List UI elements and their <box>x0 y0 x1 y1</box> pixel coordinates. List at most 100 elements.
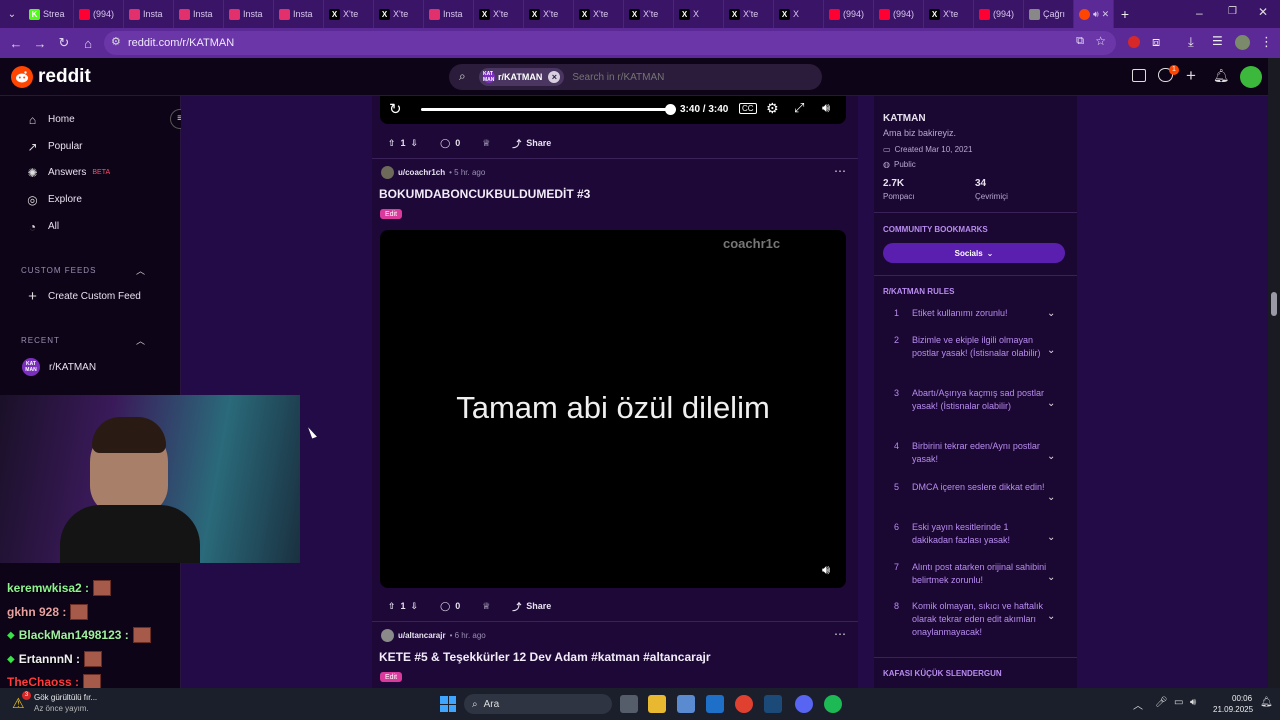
browser-tab[interactable]: (994) <box>74 0 124 28</box>
fullscreen-icon[interactable]: ⤢ <box>794 100 804 116</box>
downvote-icon[interactable]: ⇩ <box>411 138 419 149</box>
browser-tab[interactable]: X X'te <box>924 0 974 28</box>
browser-tab-active[interactable]: 🔊︎ ✕ <box>1074 0 1114 28</box>
comments-button[interactable]: ◯ 0 <box>432 133 468 153</box>
store-icon[interactable] <box>677 695 695 713</box>
create-post-icon[interactable]: + <box>1186 66 1196 86</box>
download-icon[interactable]: ⤓ <box>1188 34 1194 50</box>
video-progress-track[interactable] <box>421 104 676 115</box>
reading-list-icon[interactable]: ☰ <box>1212 34 1223 48</box>
share-button[interactable]: ⤴ Share <box>504 596 559 616</box>
extension-red-icon[interactable] <box>1128 36 1140 48</box>
reload-icon[interactable]: ↻ <box>52 31 76 55</box>
clock-time[interactable]: 00:06 <box>1232 694 1252 703</box>
site-info-icon[interactable]: ⚙ <box>111 35 121 48</box>
new-tab-button[interactable]: + <box>1114 0 1136 28</box>
browser-tab[interactable]: XX <box>774 0 824 28</box>
captions-icon[interactable]: CC <box>739 103 757 114</box>
scrollbar-thumb[interactable] <box>1271 292 1277 316</box>
url-field[interactable]: ⚙ reddit.com/r/KATMAN ⧉ ☆ <box>104 31 1116 55</box>
video-player[interactable]: coachr1c Tamam abi özül dilelim 🔊︎ <box>380 230 846 588</box>
author-avatar[interactable] <box>381 629 394 642</box>
video-volume-icon[interactable]: 🔊︎ <box>822 562 830 578</box>
network-icon[interactable]: ▭ <box>1174 697 1183 708</box>
tab-audio-icon[interactable]: 🔊︎ <box>1093 9 1099 20</box>
taskbar-search[interactable]: ⌕ Ara <box>464 694 612 714</box>
outlook-icon[interactable] <box>706 695 724 713</box>
post-title[interactable]: BOKUMDABONCUKBULDUMEDİT #3 <box>379 187 590 201</box>
volume-tray-icon[interactable]: 🔊︎ <box>1190 697 1196 708</box>
video-progress-handle[interactable] <box>665 104 676 115</box>
browser-tab[interactable]: Insta <box>124 0 174 28</box>
award-button[interactable]: ♕ <box>474 133 498 153</box>
volume-icon[interactable]: 🔊︎ <box>822 100 830 116</box>
comments-button[interactable]: ◯ 0 <box>432 596 468 616</box>
browser-tab[interactable]: X X'te <box>524 0 574 28</box>
window-minimize-button[interactable]: – <box>1196 6 1210 20</box>
file-explorer-icon[interactable] <box>648 695 666 713</box>
custom-feeds-heading[interactable]: CUSTOM FEEDS <box>21 266 96 275</box>
socials-button[interactable]: Socials ⌄ <box>883 243 1065 263</box>
sidebar-item-popular[interactable]: ↗ Popular <box>26 140 82 154</box>
home-icon[interactable]: ⌂ <box>76 31 100 55</box>
downvote-icon[interactable]: ⇩ <box>411 601 419 612</box>
sidebar-item-all[interactable]: ◔ All <box>26 220 59 234</box>
chevron-up-icon[interactable]: ︿ <box>136 264 145 277</box>
browser-tab[interactable]: XX <box>674 0 724 28</box>
browser-tab[interactable]: K Strea <box>24 0 74 28</box>
discord-icon[interactable] <box>795 695 813 713</box>
back-arrow-icon[interactable]: ← <box>4 31 28 55</box>
ads-icon[interactable] <box>1132 69 1146 82</box>
browser-tab[interactable]: X X'te <box>324 0 374 28</box>
sidebar-item-explore[interactable]: ◎ Explore <box>26 193 82 207</box>
tab-search-button[interactable]: ⌄ <box>0 0 24 28</box>
post-flair[interactable]: Edit <box>380 672 403 682</box>
post-author[interactable]: u/altancarajr <box>398 631 446 640</box>
window-close-button[interactable]: ✕ <box>1258 5 1272 19</box>
browser-tab[interactable]: X X'te <box>724 0 774 28</box>
settings-gear-icon[interactable]: ⚙ <box>766 100 779 117</box>
search-community-chip[interactable]: KAT MAN r/KATMAN × <box>479 68 565 86</box>
notification-bell-icon[interactable]: 🔔︎ <box>1260 697 1273 708</box>
page-scrollbar[interactable] <box>1268 58 1280 688</box>
task-view-icon[interactable] <box>620 695 638 713</box>
upvote-icon[interactable]: ⇧ <box>388 601 396 612</box>
browser-tab[interactable]: (994) <box>874 0 924 28</box>
upvote-icon[interactable]: ⇧ <box>388 138 396 149</box>
share-button[interactable]: ⤴ Share <box>504 133 559 153</box>
notifications-bell-icon[interactable]: 🔔︎ <box>1213 68 1230 84</box>
spotify-icon[interactable] <box>824 695 842 713</box>
user-avatar[interactable] <box>1240 66 1262 88</box>
browser-tab[interactable]: (994) <box>824 0 874 28</box>
browser-tab[interactable]: X X'te <box>574 0 624 28</box>
browser-tab[interactable]: Çağrı <box>1024 0 1074 28</box>
tab-close-icon[interactable]: ✕ <box>1102 9 1110 20</box>
browser-tab[interactable]: Insta <box>424 0 474 28</box>
browser-tab[interactable]: Insta <box>174 0 224 28</box>
chrome-icon[interactable] <box>735 695 753 713</box>
forward-arrow-icon[interactable]: → <box>28 31 52 55</box>
windows-start-icon[interactable] <box>440 696 456 712</box>
browser-tab[interactable]: Insta <box>224 0 274 28</box>
clock-date[interactable]: 21.09.2025 <box>1213 705 1253 714</box>
browser-tab[interactable]: X X'te <box>374 0 424 28</box>
award-button[interactable]: ♕ <box>474 596 498 616</box>
author-avatar[interactable] <box>381 166 394 179</box>
recent-heading[interactable]: RECENT <box>21 336 60 345</box>
install-app-icon[interactable]: ⧉ <box>1076 35 1084 48</box>
post-flair[interactable]: Edit <box>380 209 403 219</box>
browser-tab[interactable]: Insta <box>274 0 324 28</box>
browser-tab[interactable]: X X'te <box>624 0 674 28</box>
sidebar-item-home[interactable]: ⌂ Home <box>26 113 75 127</box>
chip-close-icon[interactable]: × <box>548 71 561 83</box>
tray-chevron-icon[interactable]: ︿ <box>1133 697 1143 712</box>
sidebar-item-answers[interactable]: ✺ Answers BETA <box>26 166 110 180</box>
chevron-up-icon[interactable]: ︿ <box>136 334 145 347</box>
reddit-logo[interactable]: reddit <box>11 66 91 88</box>
bookmark-star-icon[interactable]: ☆ <box>1095 34 1106 48</box>
recent-community-item[interactable]: KAT MAN r/KATMAN <box>22 358 96 376</box>
create-custom-feed-button[interactable]: + Create Custom Feed <box>26 288 141 305</box>
post-title[interactable]: KETE #5 & Teşekkürler 12 Dev Adam #katma… <box>379 650 711 664</box>
steam-icon[interactable] <box>764 695 782 713</box>
post-author[interactable]: u/coachr1ch <box>398 168 445 177</box>
